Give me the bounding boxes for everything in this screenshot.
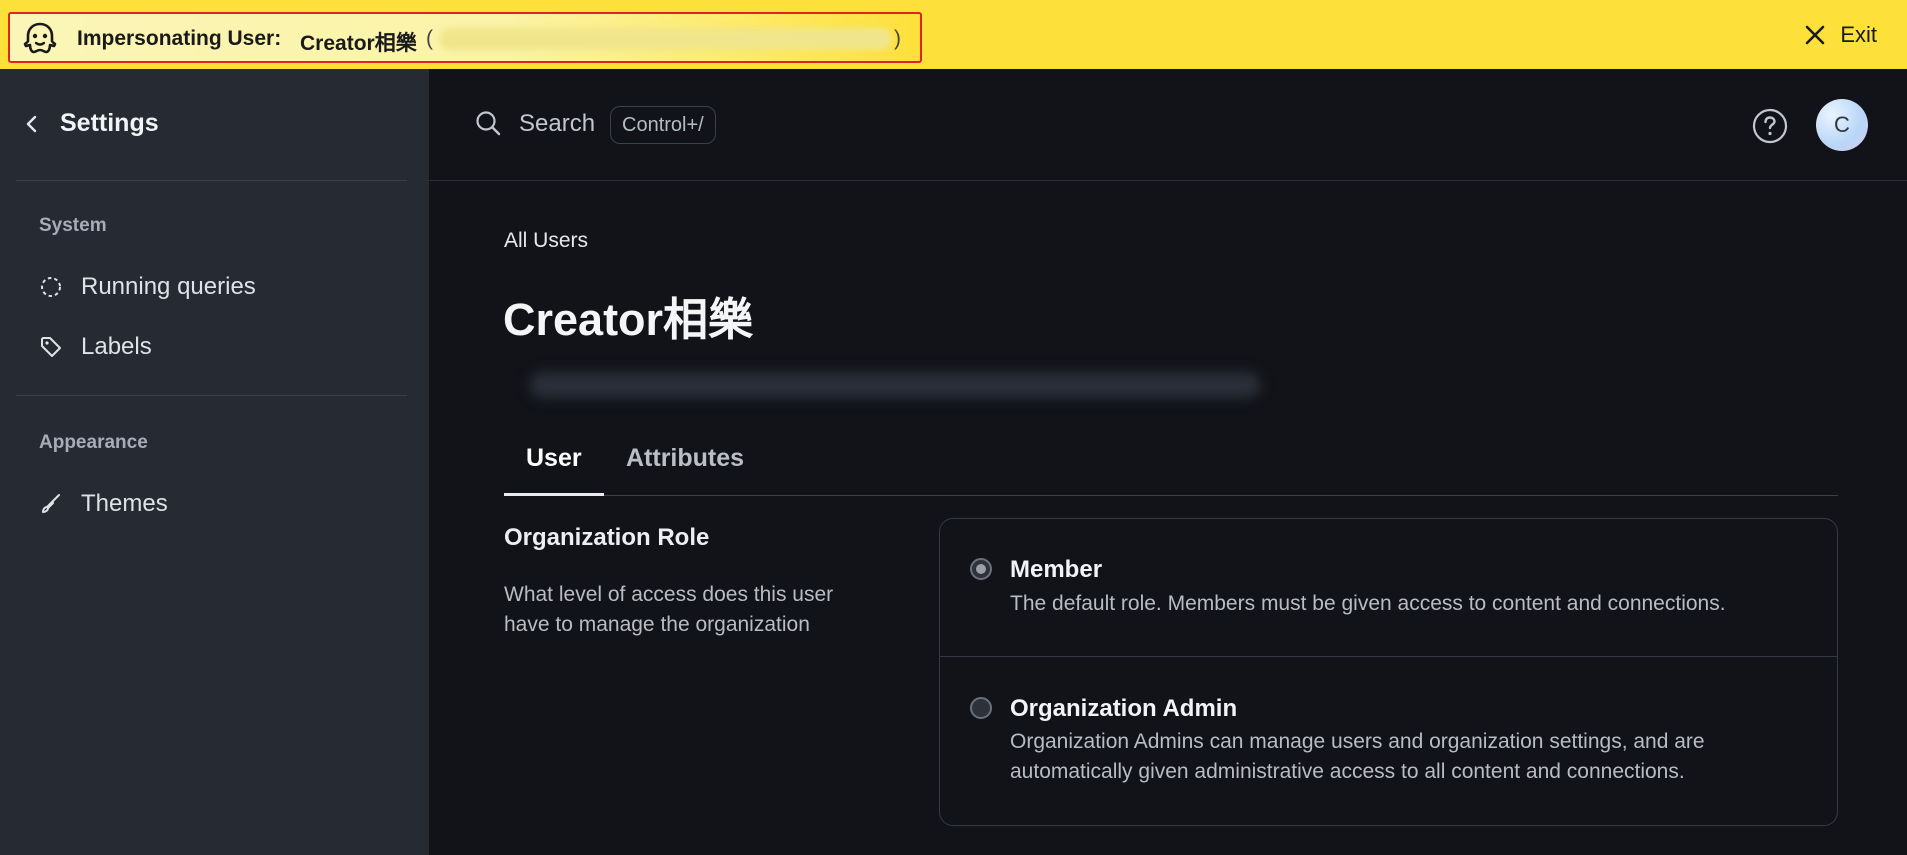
user-tabs: User Attributes: [504, 440, 1838, 496]
organization-role-heading: Organization Role: [504, 524, 710, 551]
settings-back-link[interactable]: Settings: [22, 109, 159, 138]
tab-user[interactable]: User: [504, 440, 604, 496]
sidebar-section-appearance: Appearance: [39, 432, 148, 453]
role-option-member[interactable]: Member The default role. Members must be…: [940, 519, 1837, 657]
brush-icon: [42, 494, 60, 513]
sidebar-divider: [16, 180, 407, 181]
role-option-name: Member: [1010, 556, 1103, 583]
organization-admin-radio[interactable]: [970, 697, 992, 719]
organization-role-description: What level of access does this user have…: [504, 583, 834, 636]
redacted-user-id: [440, 28, 892, 50]
sidebar-item-label: Themes: [81, 490, 168, 517]
role-options-card: Member The default role. Members must be…: [939, 518, 1838, 826]
sidebar-title: Settings: [60, 109, 159, 137]
user-id-paren-close: ): [894, 27, 901, 50]
impersonated-user-name: Creator相樂: [300, 32, 417, 55]
breadcrumb-all-users[interactable]: All Users: [504, 229, 588, 253]
member-radio[interactable]: [970, 558, 992, 580]
page-title: Creator相樂: [503, 294, 754, 345]
sidebar-item-labels[interactable]: Labels: [39, 327, 152, 367]
exit-label: Exit: [1840, 22, 1877, 47]
top-bar: Search Control+/ C: [429, 69, 1907, 181]
search-input[interactable]: Search: [519, 110, 595, 138]
tab-attributes[interactable]: Attributes: [604, 440, 766, 496]
role-option-organization-admin[interactable]: Organization Admin Organization Admins c…: [940, 657, 1837, 825]
role-option-description: The default role. Members must be given …: [1010, 592, 1726, 615]
tag-icon: [41, 337, 61, 357]
ghost-icon: [23, 22, 57, 54]
exit-impersonation-button[interactable]: Exit: [1804, 18, 1877, 52]
role-option-name: Organization Admin: [1010, 695, 1238, 722]
sidebar-item-label: Labels: [81, 333, 152, 360]
sidebar-item-label: Running queries: [81, 273, 256, 300]
settings-sidebar: Settings System Running queries Labels A…: [0, 69, 429, 855]
close-icon: [1806, 25, 1825, 45]
role-option-description: Organization Admins can manage users and…: [1010, 730, 1705, 783]
sidebar-section-system: System: [39, 215, 107, 236]
sidebar-item-running-queries[interactable]: Running queries: [39, 267, 256, 307]
user-id-paren-open: (: [426, 27, 433, 50]
impersonation-info: Impersonating User: Creator相樂 ( ): [8, 12, 922, 63]
dashed-circle-icon: [41, 277, 61, 297]
chevron-left-icon: [26, 115, 37, 132]
impersonation-label: Impersonating User:: [77, 27, 282, 50]
avatar[interactable]: C: [1816, 99, 1868, 151]
redacted-user-details: [530, 372, 1260, 398]
question-circle-icon[interactable]: [1751, 107, 1789, 145]
search-shortcut-hint: Control+/: [610, 106, 716, 144]
impersonation-banner: Impersonating User: Creator相樂 ( ) Exit: [0, 0, 1907, 69]
search-icon[interactable]: [474, 109, 502, 137]
sidebar-item-themes[interactable]: Themes: [39, 484, 168, 524]
sidebar-divider: [16, 395, 407, 396]
